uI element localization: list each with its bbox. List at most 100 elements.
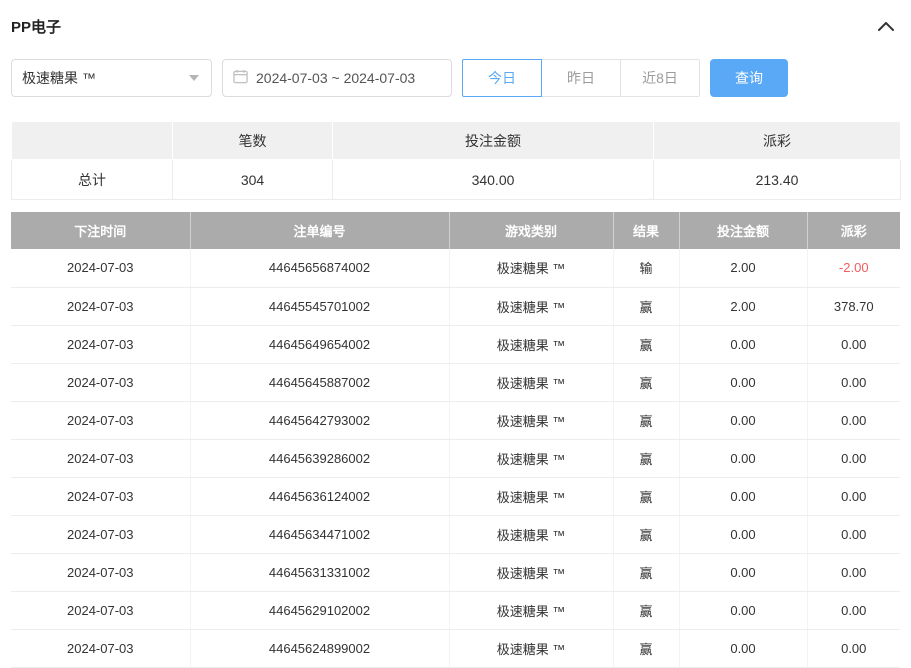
cell-game-type: 极速糖果 ™ [449,477,613,515]
header-bet-id: 注单编号 [190,212,449,249]
cell-bet-amount: 0.00 [679,591,807,629]
cell-bet-id: 44645649654002 [190,325,449,363]
filter-bar: 极速糖果 ™ 2024-07-03 ~ 2024-07-03 今日 昨日 近8日… [0,49,911,97]
bet-table-body: 2024-07-0344645656874002极速糖果 ™输2.00-2.00… [11,249,900,667]
cell-bet-time: 2024-07-03 [11,439,190,477]
cell-game-type: 极速糖果 ™ [449,363,613,401]
cell-bet-time: 2024-07-03 [11,401,190,439]
bet-table-header-row: 下注时间 注单编号 游戏类别 结果 投注金额 派彩 [11,212,900,249]
cell-bet-time: 2024-07-03 [11,477,190,515]
cell-result: 赢 [613,553,679,591]
cell-payout: 0.00 [807,515,900,553]
calendar-icon [233,69,248,87]
cell-result: 赢 [613,629,679,667]
summary-total-bet-amount: 340.00 [333,160,654,200]
cell-payout: -2.00 [807,249,900,287]
summary-header-blank [12,122,173,160]
cell-bet-amount: 0.00 [679,401,807,439]
cell-bet-id: 44645636124002 [190,477,449,515]
header-game-type: 游戏类别 [449,212,613,249]
cell-bet-amount: 0.00 [679,477,807,515]
panel-header: PP电子 [0,0,911,49]
game-select-value: 极速糖果 ™ [22,68,96,88]
cell-bet-time: 2024-07-03 [11,515,190,553]
cell-result: 输 [613,249,679,287]
cell-result: 赢 [613,477,679,515]
cell-result: 赢 [613,591,679,629]
cell-result: 赢 [613,439,679,477]
cell-game-type: 极速糖果 ™ [449,325,613,363]
cell-bet-time: 2024-07-03 [11,249,190,287]
cell-bet-amount: 0.00 [679,325,807,363]
cell-game-type: 极速糖果 ™ [449,401,613,439]
cell-result: 赢 [613,401,679,439]
cell-bet-time: 2024-07-03 [11,629,190,667]
cell-payout: 378.70 [807,287,900,325]
quick-range-last8days[interactable]: 近8日 [620,59,700,97]
cell-bet-amount: 2.00 [679,249,807,287]
cell-game-type: 极速糖果 ™ [449,629,613,667]
cell-payout: 0.00 [807,591,900,629]
cell-payout: 0.00 [807,629,900,667]
cell-bet-amount: 0.00 [679,553,807,591]
cell-bet-id: 44645639286002 [190,439,449,477]
chevron-down-icon [189,75,199,81]
table-row: 2024-07-0344645645887002极速糖果 ™赢0.000.00 [11,363,900,401]
cell-bet-time: 2024-07-03 [11,591,190,629]
cell-game-type: 极速糖果 ™ [449,591,613,629]
cell-game-type: 极速糖果 ™ [449,287,613,325]
summary-total-count: 304 [173,160,333,200]
table-row: 2024-07-0344645649654002极速糖果 ™赢0.000.00 [11,325,900,363]
cell-result: 赢 [613,287,679,325]
quick-range-yesterday[interactable]: 昨日 [541,59,621,97]
game-select[interactable]: 极速糖果 ™ [11,59,212,97]
cell-payout: 0.00 [807,401,900,439]
collapse-button[interactable] [876,17,896,37]
cell-result: 赢 [613,363,679,401]
cell-bet-time: 2024-07-03 [11,287,190,325]
quick-range-today[interactable]: 今日 [462,59,542,97]
header-payout: 派彩 [807,212,900,249]
quick-range-group: 今日 昨日 近8日 [462,59,700,97]
table-row: 2024-07-0344645656874002极速糖果 ™输2.00-2.00 [11,249,900,287]
date-range-input[interactable]: 2024-07-03 ~ 2024-07-03 [222,59,452,97]
summary-table: 笔数 投注金额 派彩 总计 304 340.00 213.40 [11,121,901,200]
summary-total-row: 总计 304 340.00 213.40 [12,160,901,200]
cell-payout: 0.00 [807,477,900,515]
cell-bet-time: 2024-07-03 [11,553,190,591]
table-row: 2024-07-0344645631331002极速糖果 ™赢0.000.00 [11,553,900,591]
header-result: 结果 [613,212,679,249]
cell-bet-id: 44645642793002 [190,401,449,439]
cell-payout: 0.00 [807,439,900,477]
query-button[interactable]: 查询 [710,59,788,97]
cell-bet-time: 2024-07-03 [11,325,190,363]
cell-bet-amount: 0.00 [679,629,807,667]
table-row: 2024-07-0344645629102002极速糖果 ™赢0.000.00 [11,591,900,629]
cell-bet-id: 44645624899002 [190,629,449,667]
table-row: 2024-07-0344645624899002极速糖果 ™赢0.000.00 [11,629,900,667]
cell-bet-id: 44645645887002 [190,363,449,401]
bet-records-table: 下注时间 注单编号 游戏类别 结果 投注金额 派彩 2024-07-034464… [11,212,900,668]
cell-bet-amount: 2.00 [679,287,807,325]
panel-title: PP电子 [11,16,61,37]
cell-game-type: 极速糖果 ™ [449,439,613,477]
cell-game-type: 极速糖果 ™ [449,515,613,553]
table-row: 2024-07-0344645545701002极速糖果 ™赢2.00378.7… [11,287,900,325]
cell-bet-amount: 0.00 [679,439,807,477]
table-row: 2024-07-0344645636124002极速糖果 ™赢0.000.00 [11,477,900,515]
summary-header-row: 笔数 投注金额 派彩 [12,122,901,160]
chevron-up-icon [878,19,894,34]
cell-bet-id: 44645634471002 [190,515,449,553]
summary-header-count: 笔数 [173,122,333,160]
cell-payout: 0.00 [807,325,900,363]
cell-bet-time: 2024-07-03 [11,363,190,401]
header-bet-time: 下注时间 [11,212,190,249]
table-row: 2024-07-0344645634471002极速糖果 ™赢0.000.00 [11,515,900,553]
date-range-value: 2024-07-03 ~ 2024-07-03 [256,70,415,86]
table-row: 2024-07-0344645642793002极速糖果 ™赢0.000.00 [11,401,900,439]
cell-payout: 0.00 [807,553,900,591]
cell-result: 赢 [613,515,679,553]
cell-bet-amount: 0.00 [679,363,807,401]
cell-game-type: 极速糖果 ™ [449,553,613,591]
cell-bet-id: 44645631331002 [190,553,449,591]
